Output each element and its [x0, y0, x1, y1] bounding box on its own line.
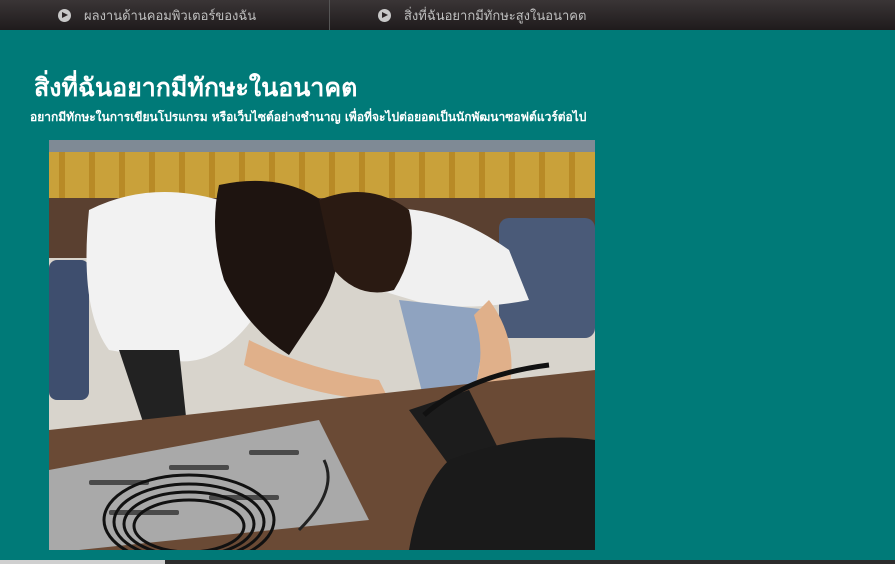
bottom-strip-highlight — [0, 560, 165, 564]
photo-illustration — [49, 140, 595, 550]
top-nav: ผลงานด้านคอมพิวเตอร์ของฉัน สิ่งที่ฉันอยา… — [0, 0, 895, 30]
page-subtitle: อยากมีทักษะในการเขียนโปรแกรม หรือเว็บไซต… — [30, 110, 587, 124]
nav-item-computer-works[interactable]: ผลงานด้านคอมพิวเตอร์ของฉัน — [0, 0, 330, 30]
nav-item-label: สิ่งที่ฉันอยากมีทักษะสูงในอนาคต — [404, 8, 587, 24]
students-photo — [49, 140, 595, 550]
arrow-circle-right-icon — [378, 8, 391, 22]
arrow-circle-right-icon — [58, 8, 71, 22]
page-title: สิ่งที่ฉันอยากมีทักษะในอนาคต — [34, 73, 358, 102]
nav-item-future-skills[interactable]: สิ่งที่ฉันอยากมีทักษะสูงในอนาคต — [330, 0, 586, 30]
nav-item-label: ผลงานด้านคอมพิวเตอร์ของฉัน — [84, 8, 257, 24]
bottom-strip — [0, 560, 895, 564]
